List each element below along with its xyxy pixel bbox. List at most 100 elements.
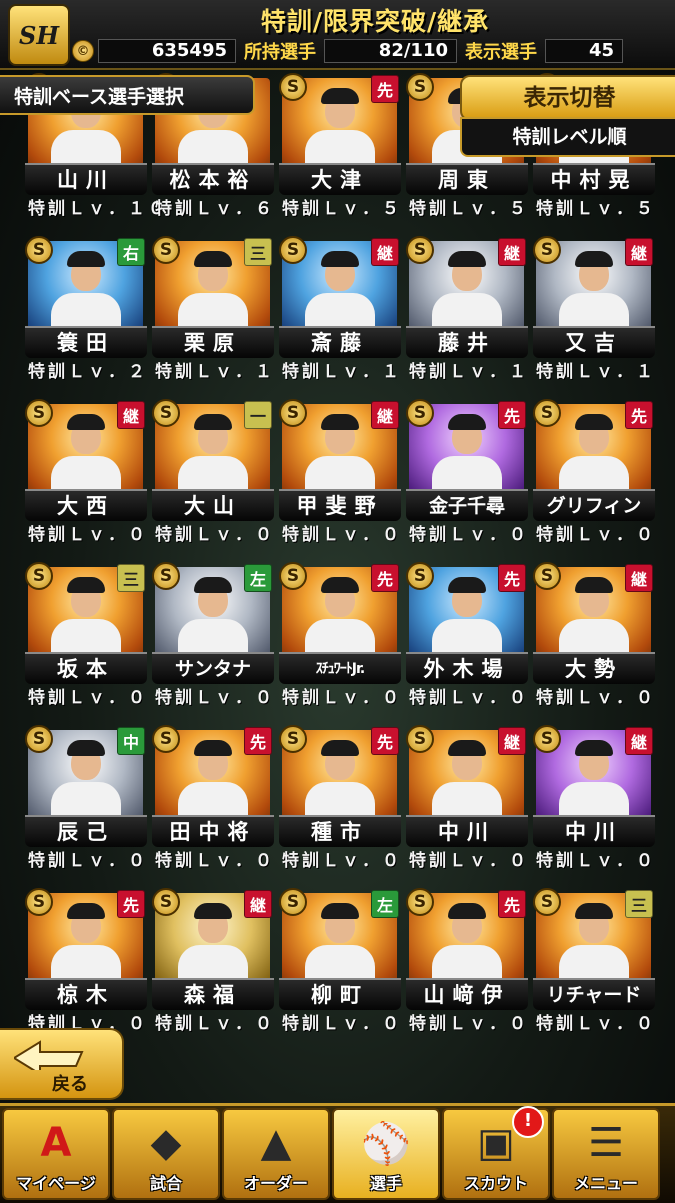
nav-item-match[interactable]: ◆ 試合 bbox=[112, 1108, 220, 1200]
player-card[interactable]: S 先椋木 特訓Ｌｖ．０ bbox=[25, 888, 147, 1034]
training-level: 特訓Ｌｖ．０ bbox=[536, 525, 656, 545]
s-rank-icon: S bbox=[406, 888, 434, 916]
position-badge: 継 bbox=[371, 401, 399, 429]
position-badge: 先 bbox=[244, 727, 272, 755]
training-level: 特訓Ｌｖ．０ bbox=[155, 851, 275, 871]
player-icon: ⚾ bbox=[361, 1120, 411, 1167]
training-level: 特訓Ｌｖ．０ bbox=[536, 1014, 656, 1034]
position-badge: 継 bbox=[117, 401, 145, 429]
position-badge: 継 bbox=[498, 727, 526, 755]
s-rank-icon: S bbox=[533, 562, 561, 590]
player-name: 山﨑伊 bbox=[406, 978, 528, 1010]
player-card[interactable]: S 三栗原 特訓Ｌｖ．１ bbox=[152, 236, 274, 382]
player-card[interactable]: S 先種市 特訓Ｌｖ．０ bbox=[279, 725, 401, 871]
player-card[interactable]: S 先田中将 特訓Ｌｖ．０ bbox=[152, 725, 275, 871]
s-rank-icon: S bbox=[279, 73, 307, 101]
s-rank-icon: S bbox=[279, 562, 307, 590]
player-card[interactable]: S 先金子千尋 特訓Ｌｖ．０ bbox=[406, 399, 528, 545]
position-badge: 継 bbox=[625, 238, 653, 266]
position-badge: 三 bbox=[244, 238, 272, 266]
player-name: 大山 bbox=[152, 489, 274, 521]
s-rank-icon: S bbox=[533, 725, 561, 753]
player-name: 中村晃 bbox=[533, 163, 655, 195]
player-card[interactable]: S 一大山 特訓Ｌｖ．０ bbox=[152, 399, 274, 545]
position-badge: 先 bbox=[498, 401, 526, 429]
player-name: ｽﾁｭﾜｰﾄJr. bbox=[279, 652, 401, 684]
training-level: 特訓Ｌｖ．１ bbox=[409, 362, 529, 382]
position-badge: 先 bbox=[498, 890, 526, 918]
position-badge: 一 bbox=[244, 401, 272, 429]
s-rank-icon: S bbox=[406, 236, 434, 264]
s-rank-icon: S bbox=[406, 725, 434, 753]
training-level: 特訓Ｌｖ．１ bbox=[282, 362, 402, 382]
position-badge: 先 bbox=[117, 890, 145, 918]
player-card[interactable]: S 三坂本 特訓Ｌｖ．０ bbox=[25, 562, 148, 708]
training-level: 特訓Ｌｖ．０ bbox=[282, 1014, 402, 1034]
player-card[interactable]: S 右簑田 特訓Ｌｖ．２ bbox=[25, 236, 147, 382]
player-name: 甲斐野 bbox=[279, 489, 401, 521]
nav-item-mypage[interactable]: A マイページ bbox=[2, 1108, 110, 1200]
position-badge: 先 bbox=[498, 564, 526, 592]
sort-order-label[interactable]: 特訓レベル順 bbox=[460, 117, 675, 157]
player-card[interactable]: S 継斎藤 特訓Ｌｖ．１ bbox=[279, 236, 402, 382]
player-name: 周東 bbox=[406, 163, 528, 195]
player-card[interactable]: S 三リチャード 特訓Ｌｖ．０ bbox=[533, 888, 656, 1034]
coin-count: 635495 bbox=[98, 39, 236, 63]
s-rank-icon: S bbox=[25, 725, 53, 753]
player-card[interactable]: S 先山﨑伊 特訓Ｌｖ．０ bbox=[406, 888, 528, 1034]
training-level: 特訓Ｌｖ．０ bbox=[409, 851, 529, 871]
display-switch-button[interactable]: 表示切替 bbox=[460, 75, 675, 121]
nav-item-scout[interactable]: ▣ スカウト! bbox=[442, 1106, 550, 1200]
player-name: 松本裕 bbox=[152, 163, 274, 195]
s-rank-icon: S bbox=[152, 399, 180, 427]
training-level: 特訓Ｌｖ．０ bbox=[28, 688, 148, 708]
nav-item-menu[interactable]: ☰ メニュー bbox=[552, 1108, 660, 1200]
header-bar: SH 特訓/限界突破/継承 © 635495 所持選手 82/110 表示選手 … bbox=[0, 0, 675, 70]
position-badge: 三 bbox=[625, 890, 653, 918]
position-badge: 左 bbox=[244, 564, 272, 592]
nav-label: 試合 bbox=[149, 1174, 182, 1193]
player-card[interactable]: S 継中川 特訓Ｌｖ．０ bbox=[406, 725, 529, 871]
nav-label: オーダー bbox=[243, 1174, 308, 1193]
player-card[interactable]: S 継又吉 特訓Ｌｖ．１ bbox=[533, 236, 656, 382]
player-card[interactable]: S 継中川 特訓Ｌｖ．０ bbox=[533, 725, 655, 871]
nav-item-players[interactable]: ⚾ 選手 bbox=[332, 1108, 440, 1200]
player-card[interactable]: S 継森福 特訓Ｌｖ．０ bbox=[152, 888, 274, 1034]
player-name: 斎藤 bbox=[279, 326, 401, 358]
s-rank-icon: S bbox=[279, 725, 307, 753]
player-card[interactable]: S 先グリフィン 特訓Ｌｖ．０ bbox=[533, 399, 656, 545]
displayed-players-label: 表示選手 bbox=[465, 42, 537, 63]
player-card[interactable]: S 先 ｽﾁｭﾜｰﾄJr. 特訓Ｌｖ．０ bbox=[279, 562, 401, 708]
player-name: 辰己 bbox=[25, 815, 147, 847]
nav-label: マイページ bbox=[16, 1174, 96, 1193]
training-level: 特訓Ｌｖ．６ bbox=[155, 199, 275, 219]
position-badge: 先 bbox=[625, 401, 653, 429]
player-card[interactable]: S 左柳町 特訓Ｌｖ．０ bbox=[279, 888, 402, 1034]
s-rank-icon: S bbox=[279, 399, 307, 427]
player-name: 中川 bbox=[533, 815, 655, 847]
coin-icon: © bbox=[72, 40, 94, 62]
training-level: 特訓Ｌｖ．１ bbox=[536, 362, 656, 382]
position-badge: 先 bbox=[371, 727, 399, 755]
s-rank-icon: S bbox=[152, 562, 180, 590]
back-arrow-icon bbox=[14, 1040, 84, 1070]
player-name: 大西 bbox=[25, 489, 147, 521]
player-card[interactable]: S 先大津 特訓Ｌｖ．５ bbox=[279, 73, 401, 219]
player-card[interactable]: S 左サンタナ 特訓Ｌｖ．０ bbox=[152, 562, 274, 708]
player-name: 坂本 bbox=[25, 652, 147, 684]
nav-item-order[interactable]: ▲ オーダー bbox=[222, 1108, 330, 1200]
owned-players-label: 所持選手 bbox=[244, 42, 316, 63]
position-badge: 継 bbox=[498, 238, 526, 266]
player-card[interactable]: S 継大勢 特訓Ｌｖ．０ bbox=[533, 562, 655, 708]
player-card[interactable]: S 先外木場 特訓Ｌｖ．０ bbox=[406, 562, 528, 708]
player-card[interactable]: S 中辰己 特訓Ｌｖ．０ bbox=[25, 725, 147, 871]
back-button[interactable]: 戻る bbox=[0, 1028, 124, 1100]
player-name: サンタナ bbox=[152, 652, 274, 684]
player-card[interactable]: S 継甲斐野 特訓Ｌｖ．０ bbox=[279, 399, 401, 545]
back-label: 戻る bbox=[52, 1074, 88, 1095]
player-name: 栗原 bbox=[152, 326, 274, 358]
player-card[interactable]: S 継藤井 特訓Ｌｖ．１ bbox=[406, 236, 529, 382]
player-card[interactable]: S 継大西 特訓Ｌｖ．０ bbox=[25, 399, 147, 545]
s-rank-icon: S bbox=[406, 562, 434, 590]
s-rank-icon: S bbox=[25, 236, 53, 264]
